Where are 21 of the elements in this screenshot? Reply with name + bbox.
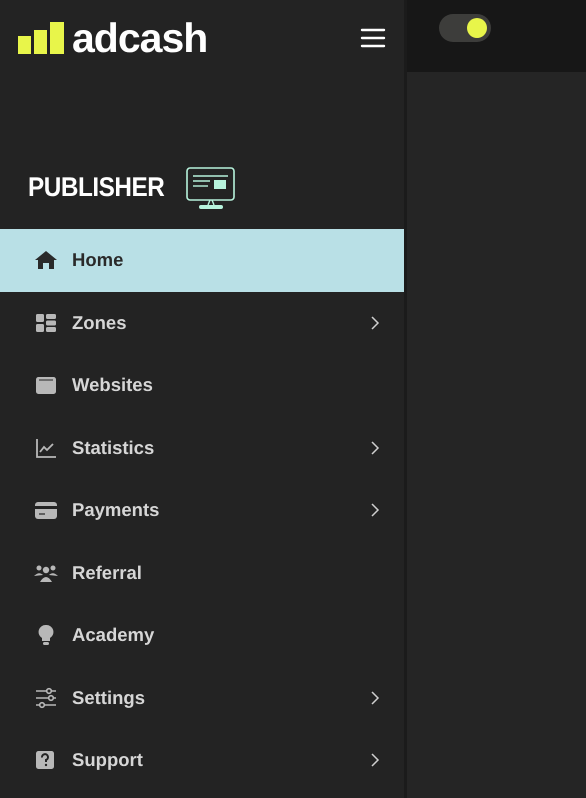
sidebar-item[interactable]: Zones [0,292,404,354]
sidebar-item[interactable]: Referral [0,542,404,604]
grid-icon [34,312,58,334]
menu-button[interactable] [360,26,386,50]
card-icon [34,499,58,522]
sidebar-item[interactable]: Home [0,229,404,292]
logo-bars-icon [18,22,64,54]
home-icon [34,249,58,272]
sidebar-item[interactable]: Settings [0,666,404,729]
sidebar-item[interactable]: Websites [0,354,404,416]
brand-name: adcash [72,18,208,58]
sidebar-item[interactable]: Statistics [0,416,404,479]
role-label: PUBLISHER [28,171,164,204]
theme-toggle[interactable] [439,14,491,42]
sidebar-item[interactable]: Payments [0,479,404,542]
sidebar-item[interactable]: Academy [0,604,404,666]
sliders-icon [34,686,58,709]
monitor-icon [186,166,236,208]
sidebar-item[interactable]: Support [0,729,404,792]
line-chart-icon [34,436,58,459]
window-icon [34,374,58,396]
